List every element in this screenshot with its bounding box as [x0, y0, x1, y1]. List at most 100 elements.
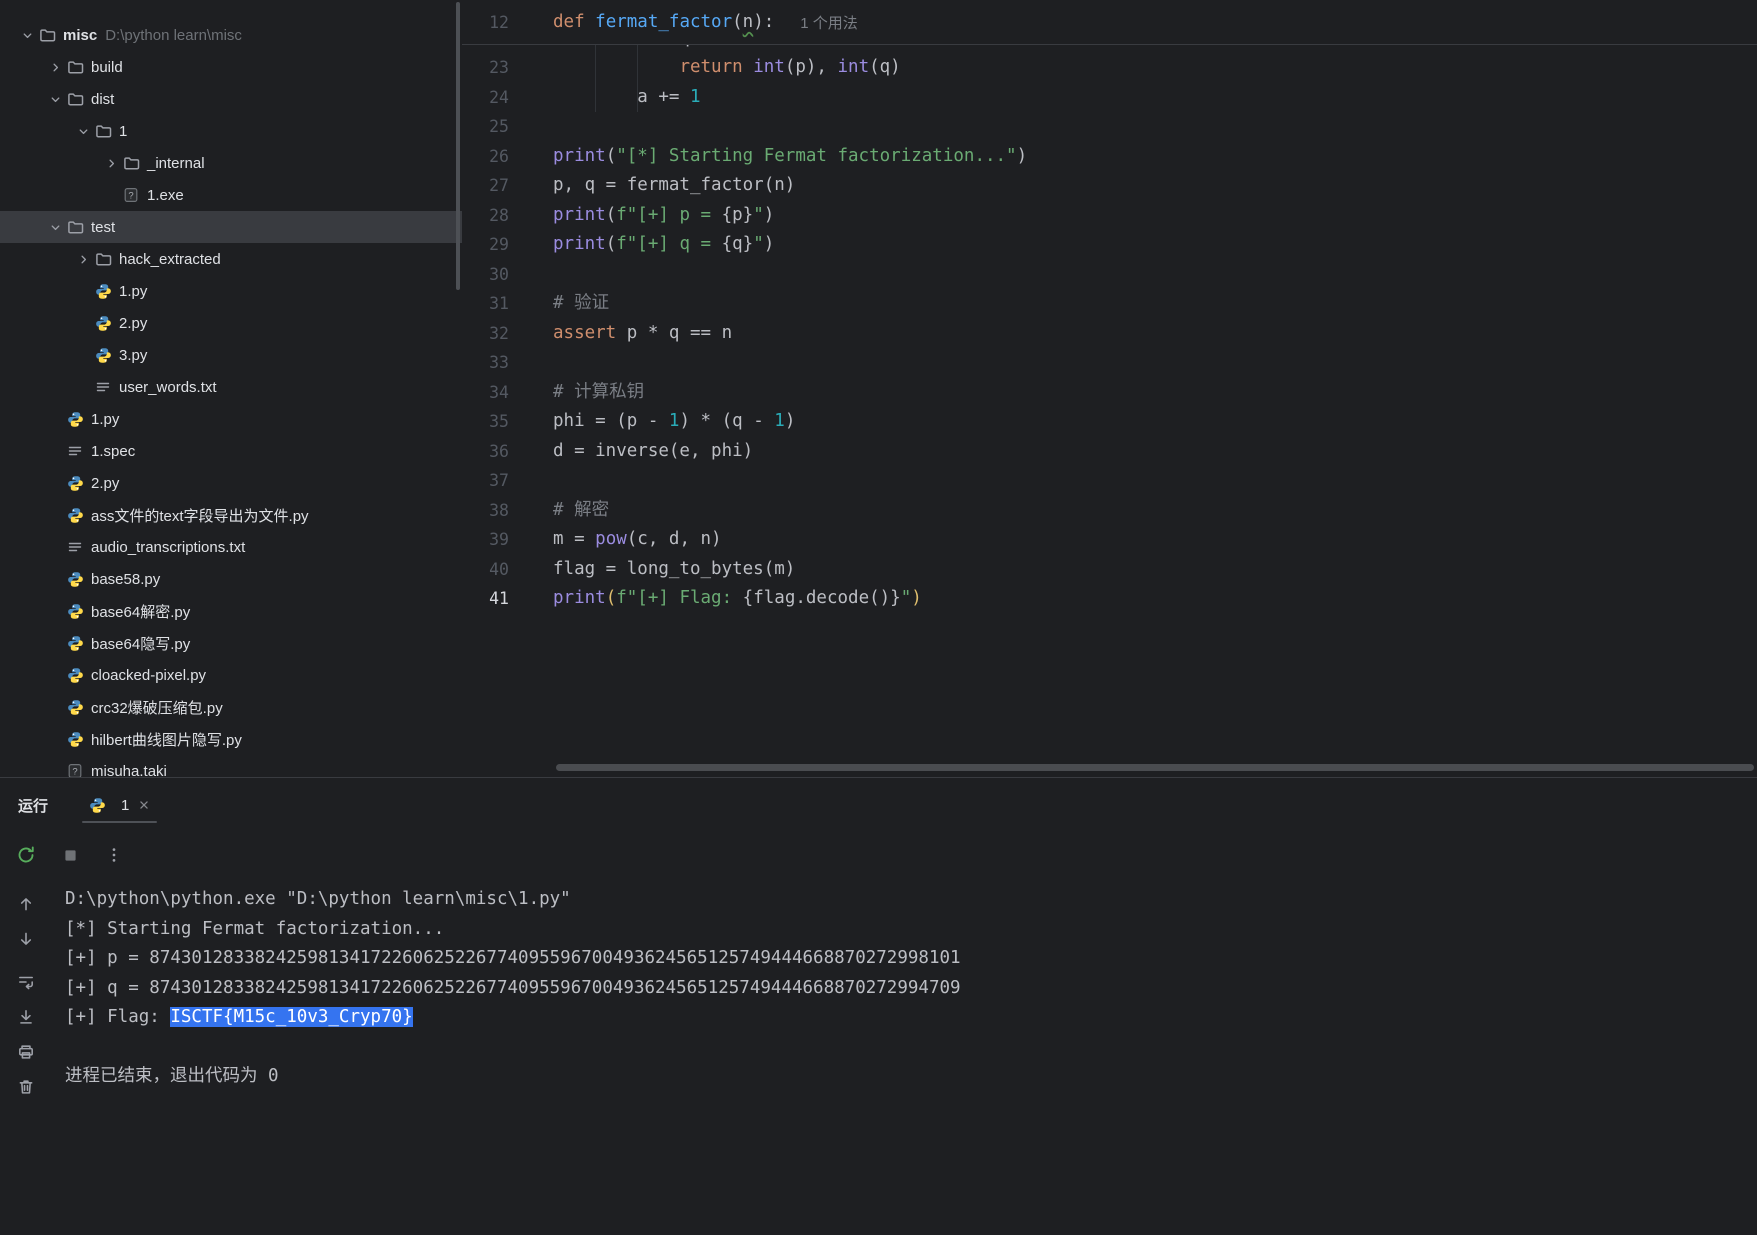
tree-item[interactable]: 3.py — [0, 339, 462, 371]
tree-item[interactable]: _internal — [0, 147, 462, 179]
tree-item[interactable]: dist — [0, 83, 462, 115]
stop-button[interactable] — [59, 844, 81, 866]
code-line[interactable]: 28 print(f"[+] p = {p}") — [462, 201, 1757, 231]
tree-item[interactable]: 1 — [0, 115, 462, 147]
code-line[interactable]: 38 # 解密 — [462, 496, 1757, 526]
tree-item[interactable]: 2.py — [0, 467, 462, 499]
tree-item[interactable]: misc D:\python learn\misc — [0, 19, 462, 51]
code-line[interactable]: 29 print(f"[+] q = {q}") — [462, 230, 1757, 260]
tree-item[interactable]: 2.py — [0, 307, 462, 339]
tree-item[interactable]: cloacked-pixel.py — [0, 659, 462, 691]
tree-item[interactable]: audio_transcriptions.txt — [0, 531, 462, 563]
tree-item-label: dist — [91, 90, 115, 108]
text-icon — [66, 442, 84, 460]
print-button[interactable] — [13, 1039, 39, 1065]
chevron-down-icon[interactable] — [44, 219, 66, 235]
tree-item[interactable]: hilbert曲线图片隐写.py — [0, 723, 462, 755]
line-number: 29 — [489, 235, 509, 254]
project-panel: misc D:\python learn\misc build dist 1 _inter… — [0, 0, 463, 777]
svg-text:?: ? — [72, 766, 77, 777]
tree-item[interactable]: build — [0, 51, 462, 83]
folder-icon — [66, 90, 84, 108]
scroll-to-end-button[interactable] — [13, 1004, 39, 1030]
line-number: 23 — [489, 58, 509, 77]
tree-item[interactable]: ? 1.exe — [0, 179, 462, 211]
tree-item-label: audio_transcriptions.txt — [91, 538, 246, 556]
tree-item[interactable]: 1.spec — [0, 435, 462, 467]
tree-item-label: 2.py — [91, 474, 120, 492]
close-tab-icon[interactable] — [137, 798, 151, 812]
run-tool-window: 运行 1 D:\python\python.exe "D:\python lea… — [0, 777, 1757, 1235]
tree-item[interactable]: test — [0, 211, 462, 243]
tree-item-label: hack_extracted — [119, 250, 221, 268]
more-options-button[interactable] — [103, 844, 125, 866]
editor-horizontal-scrollbar[interactable] — [556, 764, 1754, 771]
soft-wrap-button[interactable] — [13, 969, 39, 995]
code-line[interactable]: 40 flag = long_to_bytes(m) — [462, 555, 1757, 585]
tree-item[interactable]: base64解密.py — [0, 595, 462, 627]
python-icon — [94, 314, 112, 332]
ide-window: misc D:\python learn\misc build dist 1 _inter… — [0, 0, 1757, 1235]
chevron-right-icon[interactable] — [44, 59, 66, 75]
tree-item[interactable]: hack_extracted — [0, 243, 462, 275]
line-number: 41 — [489, 589, 509, 608]
console-line: 进程已结束，退出代码为 0 — [65, 1066, 279, 1086]
folder-icon — [94, 250, 112, 268]
chevron-right-icon[interactable] — [100, 155, 122, 171]
tree-item[interactable]: 1.py — [0, 275, 462, 307]
code-line[interactable]: 27 p, q = fermat_factor(n) — [462, 171, 1757, 201]
line-number: 27 — [489, 176, 509, 195]
project-vertical-scrollbar[interactable] — [456, 2, 460, 290]
line-number: 32 — [489, 323, 509, 343]
scroll-down-button[interactable] — [13, 926, 39, 952]
line-number: 40 — [489, 559, 509, 579]
tree-item-label: 1.exe — [147, 186, 184, 204]
sticky-header: 12 def fermat_factor(n): 1 个用法 — [462, 0, 1757, 45]
editor-pane[interactable]: 22 q = a - b23 return int(p), int(q)24 a… — [462, 0, 1757, 777]
clear-console-button[interactable] — [13, 1074, 39, 1100]
run-tab[interactable]: 1 — [80, 791, 159, 823]
tree-item[interactable]: base64隐写.py — [0, 627, 462, 659]
folder-icon — [66, 58, 84, 76]
line-number: 33 — [489, 353, 509, 372]
tree-item[interactable]: crc32爆破压缩包.py — [0, 691, 462, 723]
code-line[interactable]: 32 assert p * q == n — [462, 319, 1757, 349]
code-line[interactable]: 37 — [462, 466, 1757, 496]
code-line[interactable]: 23 return int(p), int(q) — [462, 53, 1757, 83]
tree-item[interactable]: user_words.txt — [0, 371, 462, 403]
code-line[interactable]: 35 phi = (p - 1) * (q - 1) — [462, 407, 1757, 437]
code-line[interactable]: 25 — [462, 112, 1757, 142]
code-line[interactable]: 26 print("[*] Starting Fermat factorizati… — [462, 142, 1757, 172]
line-number: 28 — [489, 205, 509, 225]
usage-hint[interactable]: 1 个用法 — [800, 12, 858, 33]
tree-item[interactable]: ass文件的text字段导出为文件.py — [0, 499, 462, 531]
code-line[interactable]: 34 # 计算私钥 — [462, 378, 1757, 408]
python-icon — [66, 570, 84, 588]
code-line[interactable]: 31 # 验证 — [462, 289, 1757, 319]
chevron-down-icon[interactable] — [72, 123, 94, 139]
tree-item[interactable]: base58.py — [0, 563, 462, 595]
code-line[interactable]: 41 print(f"[+] Flag: {flag.decode()}") — [462, 584, 1757, 614]
console-line: D:\python\python.exe "D:\python learn\mi… — [65, 889, 571, 909]
run-panel-title: 运行 — [18, 797, 49, 815]
code-line[interactable]: 33 — [462, 348, 1757, 378]
code-line[interactable]: 30 — [462, 260, 1757, 290]
tree-item[interactable]: ? misuha.taki — [0, 755, 462, 777]
chevron-down-icon[interactable] — [16, 27, 38, 43]
console-output[interactable]: D:\python\python.exe "D:\python learn\mi… — [65, 885, 1747, 1235]
tree-item[interactable]: 1.py — [0, 403, 462, 435]
scroll-up-button[interactable] — [13, 891, 39, 917]
code-line[interactable]: 24 a += 1 — [462, 83, 1757, 113]
chevron-down-icon[interactable] — [44, 91, 66, 107]
rerun-button[interactable] — [15, 844, 37, 866]
code-line[interactable]: 36 d = inverse(e, phi) — [462, 437, 1757, 467]
run-panel-header: 运行 1 — [0, 778, 1757, 832]
editor-lines: 22 q = a - b23 return int(p), int(q)24 a… — [462, 24, 1757, 614]
chevron-right-icon[interactable] — [72, 251, 94, 267]
code-line[interactable]: 39 m = pow(c, d, n) — [462, 525, 1757, 555]
